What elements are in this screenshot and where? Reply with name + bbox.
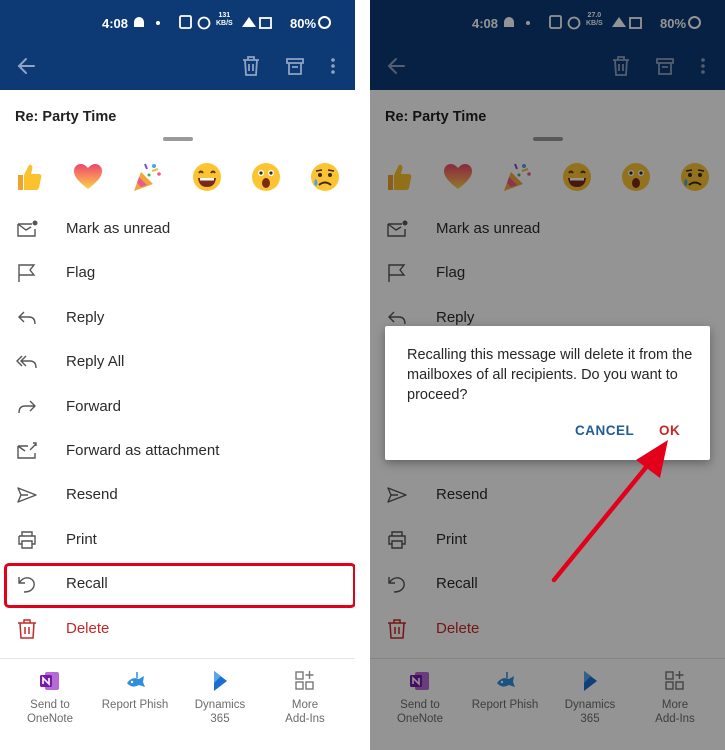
trash-icon [18, 618, 36, 639]
addin-more-addins[interactable]: More Add-Ins [262, 670, 348, 726]
status-time: 4:08 [102, 16, 129, 31]
surprised-face-reaction-icon[interactable] [249, 160, 283, 194]
battery-percent: 80% [290, 16, 317, 31]
battery-icon [318, 16, 331, 29]
status-icons [132, 14, 282, 35]
forward-attachment-icon [17, 442, 37, 459]
actions-sheet: Mark as unread Flag Reply Reply All [0, 128, 355, 750]
addin-send-to-onenote[interactable]: Send to OneNote [7, 670, 93, 726]
addin-label: Report Phish [101, 699, 169, 711]
menu-label: Reply All [66, 353, 125, 371]
report-phish-icon [127, 672, 145, 687]
menu-item-mark-as-unread[interactable]: Mark as unread [0, 207, 355, 251]
printer-icon [18, 531, 36, 549]
menu-label: Forward as attachment [66, 441, 220, 459]
menu-item-reply[interactable]: Reply [0, 296, 355, 340]
menu-label: Forward [66, 397, 122, 415]
sad-face-reaction-icon[interactable] [308, 160, 342, 194]
menu-item-print[interactable]: Print [0, 518, 355, 562]
reaction-bar [0, 160, 355, 200]
menu-item-resend[interactable]: Resend [0, 473, 355, 517]
menu-item-reply-all[interactable]: Reply All [0, 340, 355, 384]
heart-reaction-icon[interactable] [71, 160, 105, 194]
menu-label: Flag [66, 264, 96, 282]
annotation-arrow [551, 440, 668, 583]
menu-label: Print [66, 530, 97, 548]
network-speed: 131 KB/S [216, 12, 233, 28]
screen-recall-dialog: 4:08 27.0 KB/S 80% Re: Party Time Mark a… [370, 0, 725, 750]
dialog-message: Recalling this message will delete it fr… [407, 347, 693, 403]
addins-divider [0, 658, 355, 659]
status-icons-svg [134, 15, 272, 30]
addin-label: Dynamics 365 [194, 699, 246, 725]
menu-item-forward-as-attachment[interactable]: Forward as attachment [0, 429, 355, 473]
menu-item-flag[interactable]: Flag [0, 251, 355, 295]
addins-bar: Send to OneNote Report Phish Dynamics 36… [0, 670, 355, 740]
toolbar-more-icon[interactable] [328, 54, 338, 78]
reply-icon [18, 311, 36, 324]
email-subject-text: Re: Party Time [15, 109, 117, 125]
menu-label: Delete [66, 619, 110, 637]
more-addins-icon [295, 671, 314, 690]
addin-report-phish[interactable]: Report Phish [92, 670, 178, 712]
network-speed-value: 131 [218, 12, 231, 19]
flag-icon [18, 264, 36, 283]
resend-icon [17, 487, 37, 504]
party-popper-reaction-icon[interactable] [130, 160, 164, 194]
forward-icon [18, 400, 36, 413]
onenote-icon [40, 672, 59, 690]
grinning-face-reaction-icon[interactable] [190, 160, 224, 194]
thumbs-up-reaction-icon[interactable] [12, 160, 46, 194]
menu-label: Resend [66, 486, 118, 504]
menu-label: Reply [66, 308, 105, 326]
menu-item-delete[interactable]: Delete [0, 607, 355, 651]
addin-label: Send to OneNote [26, 699, 74, 725]
network-speed-unit: KB/S [216, 20, 233, 27]
status-bar: 4:08 131 KB/S 80% [0, 0, 355, 46]
addin-dynamics-365[interactable]: Dynamics 365 [177, 670, 263, 726]
message-toolbar [0, 46, 355, 90]
recall-highlight-box [4, 563, 355, 608]
toolbar-trash-icon[interactable] [240, 54, 262, 78]
menu-item-forward[interactable]: Forward [0, 385, 355, 429]
sheet-drag-handle[interactable] [163, 137, 193, 141]
toolbar-archive-icon[interactable] [284, 54, 306, 78]
screen-menu: 4:08 131 KB/S 80% Re: Party Time Mark as… [0, 0, 355, 750]
envelope-unread-icon [17, 220, 38, 237]
menu-label: Mark as unread [66, 220, 171, 237]
reply-all-icon [16, 355, 37, 369]
dynamics-365-icon [214, 671, 227, 691]
back-arrow-icon[interactable] [16, 54, 38, 78]
addin-label: More Add-Ins [285, 699, 325, 725]
